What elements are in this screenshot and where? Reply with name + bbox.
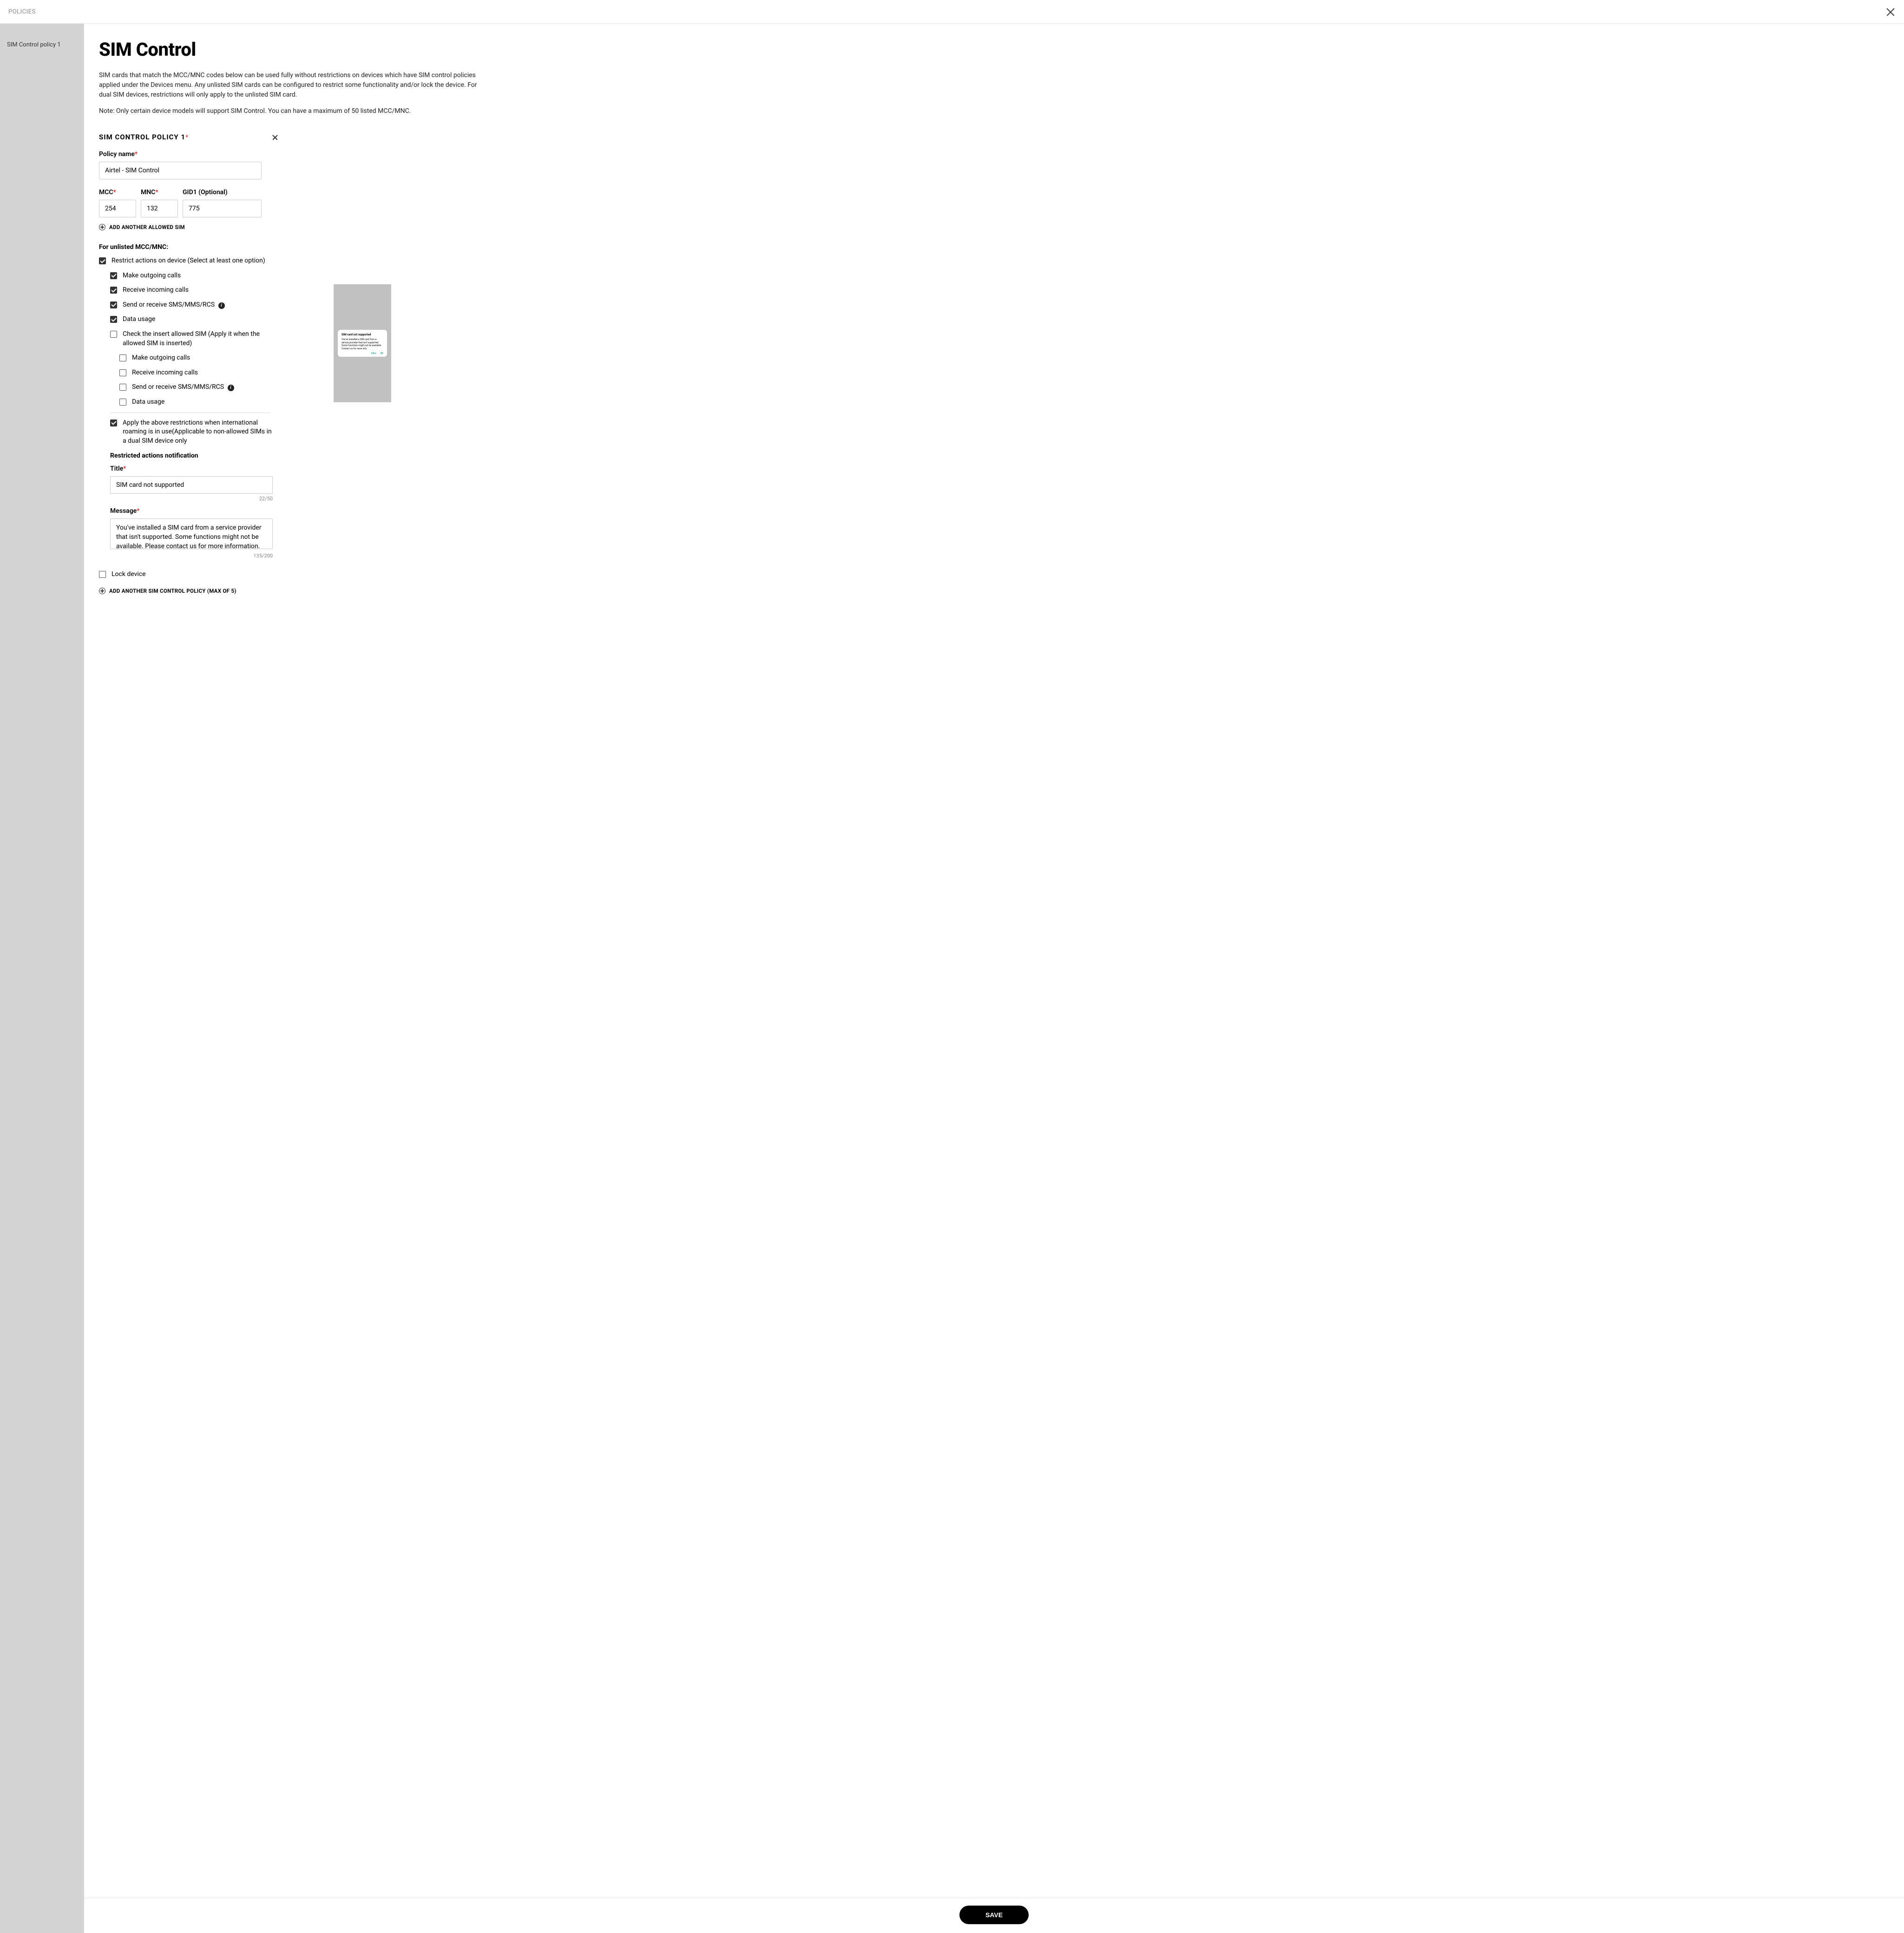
mnc-input[interactable] xyxy=(141,200,178,217)
unlisted-header: For unlisted MCC/MNC: xyxy=(99,243,1889,251)
notif-header: Restricted actions notification xyxy=(110,452,273,459)
data-usage-checkbox[interactable] xyxy=(110,316,117,323)
restrict-checks: Restrict actions on device (Select at le… xyxy=(99,256,273,559)
gid-input[interactable] xyxy=(183,200,262,217)
notification-section: Restricted actions notification Title* 2… xyxy=(110,452,273,559)
remove-policy-icon[interactable] xyxy=(272,134,278,140)
mcc-label: MCC* xyxy=(99,189,136,196)
restrict-actions-checkbox[interactable] xyxy=(99,257,106,264)
policy-section-title: SIM CONTROL POLICY 1 xyxy=(99,133,185,141)
notif-title-input[interactable] xyxy=(110,476,273,494)
plus-circle-icon xyxy=(99,588,105,594)
add-policy-button[interactable]: ADD ANOTHER SIM CONTROL POLICY (MAX OF 5… xyxy=(99,588,1889,594)
phone-preview: SIM card not supported You've installed … xyxy=(334,284,391,402)
main-content: SIM Control SIM cards that match the MCC… xyxy=(84,24,1904,1933)
gid-label: GID1 (Optional) xyxy=(183,189,262,196)
check-insert-label: Check the insert allowed SIM (Apply it w… xyxy=(123,330,273,348)
insert-data-label: Data usage xyxy=(132,398,164,407)
sidebar: SIM Control policy 1 xyxy=(0,24,84,1933)
insert-outgoing-label: Make outgoing calls xyxy=(132,354,190,363)
restrict-actions-row: Restrict actions on device (Select at le… xyxy=(99,256,273,266)
phone-dialog-msg: You've installed a SIM card from a servi… xyxy=(341,338,383,350)
page-title: SIM Control xyxy=(99,39,1889,60)
notif-msg-label: Message* xyxy=(110,507,273,515)
phone-dialog: SIM card not supported You've installed … xyxy=(338,330,387,357)
incoming-calls-label: Receive incoming calls xyxy=(123,286,189,295)
notif-title-counter: 22/50 xyxy=(110,496,273,502)
codes-row: MCC* MNC* GID1 (Optional) xyxy=(99,189,1889,217)
add-policy-label: ADD ANOTHER SIM CONTROL POLICY (MAX OF 5… xyxy=(109,588,236,594)
check-insert-checkbox[interactable] xyxy=(110,331,117,338)
required-asterisk: * xyxy=(185,134,188,141)
notif-msg-counter: 135/200 xyxy=(110,553,273,559)
insert-sms-label: Send or receive SMS/MMS/RCS i xyxy=(132,383,234,392)
policy-name-label: Policy name* xyxy=(99,151,1889,158)
phone-dialog-title: SIM card not supported xyxy=(341,333,383,336)
top-bar: POLICIES xyxy=(0,0,1904,24)
roaming-label: Apply the above restrictions when intern… xyxy=(123,419,273,446)
incoming-calls-checkbox[interactable] xyxy=(110,287,117,294)
notif-title-label: Title* xyxy=(110,465,273,472)
lock-device-checkbox[interactable] xyxy=(99,571,106,578)
insert-sms-checkbox[interactable] xyxy=(119,384,126,391)
sms-checkbox[interactable] xyxy=(110,301,117,308)
plus-circle-icon xyxy=(99,224,105,230)
intro-text-2: Note: Only certain device models will su… xyxy=(99,106,489,116)
outgoing-calls-label: Make outgoing calls xyxy=(123,271,181,281)
phone-ok-btn: OK xyxy=(380,352,383,355)
roaming-checkbox[interactable] xyxy=(110,419,117,426)
info-icon[interactable]: i xyxy=(218,302,225,309)
policy-section-header: SIM CONTROL POLICY 1* xyxy=(99,133,1889,141)
lock-device-label: Lock device xyxy=(112,570,146,579)
layout: SIM Control policy 1 SIM Control SIM car… xyxy=(0,24,1904,1933)
mcc-input[interactable] xyxy=(99,200,136,217)
policy-name-input[interactable] xyxy=(99,162,262,179)
close-icon[interactable] xyxy=(1885,7,1896,17)
insert-incoming-checkbox[interactable] xyxy=(119,369,126,376)
insert-incoming-label: Receive incoming calls xyxy=(132,368,198,378)
add-sim-button[interactable]: ADD ANOTHER ALLOWED SIM xyxy=(99,224,1889,230)
mnc-label: MNC* xyxy=(141,189,178,196)
intro-text-1: SIM cards that match the MCC/MNC codes b… xyxy=(99,71,489,100)
restrict-actions-label: Restrict actions on device (Select at le… xyxy=(112,256,265,266)
sms-label: Send or receive SMS/MMS/RCS i xyxy=(123,301,225,310)
insert-data-checkbox[interactable] xyxy=(119,399,126,406)
footer: SAVE xyxy=(84,1898,1904,1932)
notif-msg-input[interactable] xyxy=(110,518,273,549)
topbar-title: POLICIES xyxy=(8,8,36,15)
lock-device-row: Lock device xyxy=(99,570,1889,579)
save-button[interactable]: SAVE xyxy=(959,1906,1029,1924)
insert-outgoing-checkbox[interactable] xyxy=(119,354,126,361)
outgoing-calls-checkbox[interactable] xyxy=(110,272,117,279)
add-sim-label: ADD ANOTHER ALLOWED SIM xyxy=(109,224,185,230)
sidebar-item-policy-1[interactable]: SIM Control policy 1 xyxy=(0,37,84,53)
phone-call-btn: CALL xyxy=(371,352,376,355)
data-usage-label: Data usage xyxy=(123,315,155,324)
phone-dialog-buttons: CALL OK xyxy=(341,352,383,355)
info-icon[interactable]: i xyxy=(228,385,234,391)
restrict-two-col: Restrict actions on device (Select at le… xyxy=(99,256,1889,559)
